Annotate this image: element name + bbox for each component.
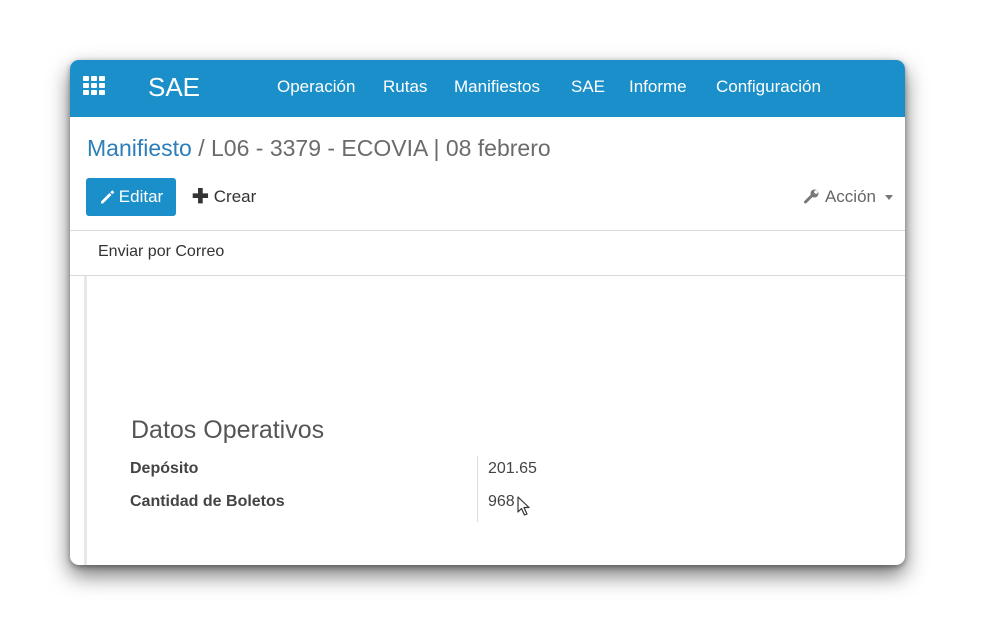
menu-configuracion[interactable]: Configuración [716, 77, 821, 97]
edit-button[interactable]: Editar [86, 178, 176, 216]
menu-manifiestos[interactable]: Manifiestos [454, 77, 540, 97]
brand-title[interactable]: SAE [148, 72, 200, 102]
mouse-cursor-icon [517, 496, 530, 516]
breadcrumb-parent-link[interactable]: Manifiesto [87, 135, 192, 161]
breadcrumb-current: L06 - 3379 - ECOVIA | 08 febrero [211, 135, 551, 161]
field-label-deposito: Depósito [130, 460, 199, 477]
action-label: Acción [824, 187, 876, 206]
field-column-separator [477, 456, 478, 522]
section-title: Datos Operativos [131, 416, 325, 444]
edit-button-label: Editar [118, 187, 164, 206]
plus-icon: ✚ [192, 186, 209, 208]
create-button[interactable]: ✚ Crear [192, 184, 256, 210]
menu-sae[interactable]: SAE [571, 77, 605, 97]
app-window: SAE Operación Rutas Manifiestos SAE Info… [70, 60, 905, 565]
field-value-cantidad-boletos: 968 [488, 493, 515, 510]
menu-rutas[interactable]: Rutas [383, 77, 427, 97]
field-value-deposito: 201.65 [488, 460, 537, 477]
action-dropdown[interactable]: Acción [803, 184, 893, 210]
pencil-icon [100, 190, 115, 204]
toolbar-divider [70, 275, 905, 276]
breadcrumb: Manifiesto / L06 - 3379 - ECOVIA | 08 fe… [87, 134, 551, 162]
apps-grid-icon[interactable] [83, 76, 109, 96]
breadcrumb-separator: / [198, 135, 205, 161]
caret-down-icon [885, 194, 893, 200]
field-label-cantidad-boletos: Cantidad de Boletos [130, 493, 285, 510]
menu-informe[interactable]: Informe [629, 77, 687, 97]
create-button-label: Crear [213, 187, 257, 206]
send-by-email-button[interactable]: Enviar por Correo [98, 243, 224, 261]
wrench-icon [803, 189, 819, 204]
secondary-toolbar: Enviar por Correo [70, 231, 905, 275]
menu-operacion[interactable]: Operación [277, 77, 355, 97]
top-navbar: SAE Operación Rutas Manifiestos SAE Info… [70, 60, 905, 117]
form-sheet-edge [84, 276, 87, 565]
